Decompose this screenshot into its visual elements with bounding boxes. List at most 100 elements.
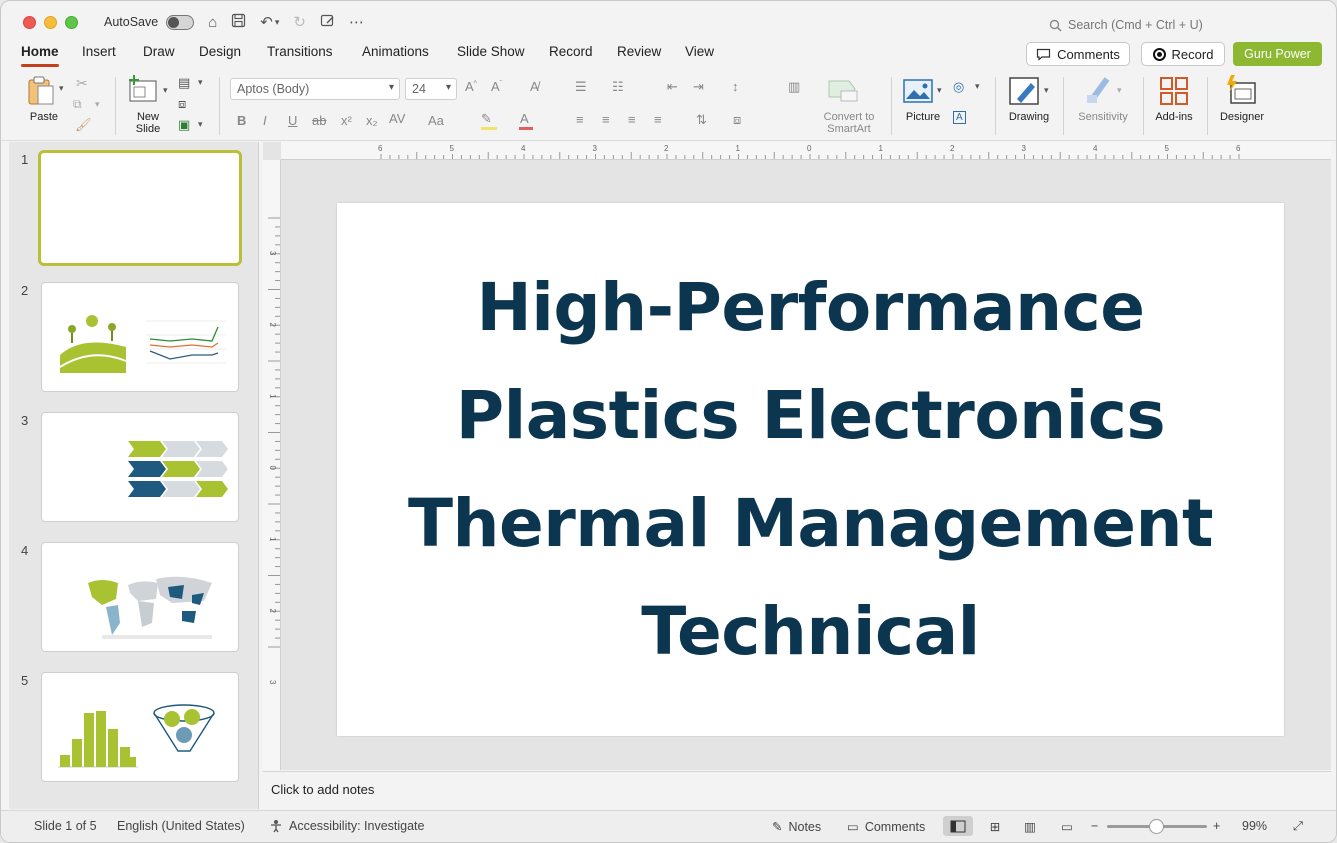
- comments-button[interactable]: Comments: [1026, 42, 1130, 66]
- tab-record[interactable]: Record: [549, 44, 593, 59]
- new-slide-icon[interactable]: [128, 75, 160, 105]
- slide-canvas[interactable]: High-Performance Plastics Electronics Th…: [337, 203, 1284, 736]
- slide-sorter-button[interactable]: ⊞: [980, 816, 1010, 836]
- subscript-icon[interactable]: x₂: [366, 113, 378, 128]
- numbering-icon[interactable]: ☷: [612, 79, 624, 95]
- highlight-icon[interactable]: ✎: [481, 111, 492, 127]
- align-right-icon[interactable]: ≡: [628, 112, 636, 127]
- zoom-in-button[interactable]: +: [1213, 819, 1220, 833]
- slide-thumbnail-4[interactable]: [41, 542, 239, 652]
- zoom-out-button[interactable]: −: [1091, 819, 1098, 833]
- font-color-icon[interactable]: A: [520, 111, 529, 126]
- tab-animations[interactable]: Animations: [362, 44, 429, 59]
- tab-review[interactable]: Review: [617, 44, 661, 59]
- reading-view-button[interactable]: ▥: [1015, 816, 1045, 836]
- copy-icon[interactable]: ⧉: [73, 97, 82, 112]
- normal-view-button[interactable]: [943, 816, 973, 836]
- copy-dropdown-icon[interactable]: ▾: [95, 99, 100, 110]
- tab-view[interactable]: View: [685, 44, 714, 59]
- tab-design[interactable]: Design: [199, 44, 241, 59]
- line-spacing-icon[interactable]: ↕: [732, 79, 739, 94]
- record-button[interactable]: Record: [1141, 42, 1225, 66]
- align-text-icon[interactable]: ⧈: [733, 112, 741, 128]
- autosave-toggle[interactable]: [166, 14, 195, 30]
- slide-show-button[interactable]: ▭: [1052, 816, 1082, 836]
- strikethrough-icon[interactable]: ab: [312, 113, 326, 128]
- format-painter-icon[interactable]: 🖌: [75, 117, 92, 133]
- zoom-level[interactable]: 99%: [1242, 819, 1267, 833]
- sensitivity-dropdown-icon[interactable]: ▾: [1117, 85, 1122, 96]
- slide-thumbnail-2[interactable]: [41, 282, 239, 392]
- sensitivity-icon[interactable]: [1085, 75, 1113, 105]
- align-center-icon[interactable]: ≡: [602, 112, 610, 127]
- tab-insert[interactable]: Insert: [82, 44, 116, 59]
- change-case-icon[interactable]: Aa: [428, 113, 444, 128]
- designer-icon[interactable]: [1225, 75, 1257, 105]
- tab-transitions[interactable]: Transitions: [267, 44, 333, 59]
- undo-dropdown-icon[interactable]: ▾: [275, 17, 280, 27]
- notes-pane[interactable]: Click to add notes: [263, 771, 1331, 809]
- add-ins-icon[interactable]: [1160, 77, 1188, 105]
- text-box-icon[interactable]: A: [953, 111, 966, 124]
- justify-icon[interactable]: ≡: [654, 112, 662, 127]
- drawing-icon[interactable]: [1009, 77, 1041, 107]
- layout-dropdown-icon[interactable]: ▾: [198, 77, 203, 88]
- increase-font-icon[interactable]: A^: [465, 79, 477, 94]
- slide-thumbnail-1[interactable]: [38, 150, 242, 266]
- character-spacing-icon[interactable]: AV: [389, 111, 405, 126]
- paste-dropdown-icon[interactable]: ▾: [59, 83, 64, 94]
- font-size-select[interactable]: 24 ▾: [405, 78, 457, 100]
- section-dropdown-icon[interactable]: ▾: [198, 119, 203, 130]
- layout-icon[interactable]: ▤: [178, 75, 190, 91]
- drawing-dropdown-icon[interactable]: ▾: [1044, 85, 1049, 96]
- vertical-ruler[interactable]: 3 2 1 0 1 2 3: [263, 160, 281, 770]
- more-options-icon[interactable]: ⋯: [349, 15, 364, 30]
- columns-icon[interactable]: ▥: [788, 79, 800, 95]
- accessibility-checker[interactable]: Accessibility: Investigate: [269, 819, 424, 833]
- customize-icon[interactable]: [320, 13, 335, 31]
- cut-icon[interactable]: ✂: [76, 75, 88, 92]
- minimize-window-button[interactable]: [44, 15, 57, 29]
- comments-toggle-button[interactable]: ▭ Comments: [847, 819, 925, 835]
- decrease-indent-icon[interactable]: ⇤: [667, 79, 678, 95]
- search-box[interactable]: Search (Cmd + Ctrl + U): [1049, 18, 1203, 32]
- slide-thumbnail-3[interactable]: [41, 412, 239, 522]
- shapes-icon[interactable]: ◎: [953, 79, 964, 95]
- section-icon[interactable]: ▣: [178, 117, 190, 133]
- bold-icon[interactable]: B: [237, 113, 246, 128]
- picture-dropdown-icon[interactable]: ▾: [937, 85, 942, 96]
- notes-toggle-button[interactable]: ✎ Notes: [772, 819, 821, 835]
- language-indicator[interactable]: English (United States): [117, 819, 245, 833]
- font-name-select[interactable]: Aptos (Body) ▾: [230, 78, 400, 100]
- increase-indent-icon[interactable]: ⇥: [693, 79, 704, 95]
- new-slide-dropdown-icon[interactable]: ▾: [163, 85, 168, 96]
- clear-formatting-icon[interactable]: A̸: [530, 79, 539, 94]
- guru-power-button[interactable]: Guru Power: [1233, 42, 1322, 66]
- slide-title[interactable]: High-Performance Plastics Electronics Th…: [408, 254, 1214, 686]
- tab-home[interactable]: Home: [21, 44, 59, 67]
- horizontal-ruler[interactable]: 6 5 4 3 2 1 0 1 2 3 4 5 6: [281, 142, 1331, 160]
- smartart-icon[interactable]: [827, 77, 859, 103]
- decrease-font-icon[interactable]: Aˇ: [491, 79, 502, 94]
- redo-icon[interactable]: ↻: [293, 15, 306, 30]
- tab-slide-show[interactable]: Slide Show: [457, 44, 525, 59]
- text-direction-icon[interactable]: ⇅: [696, 112, 707, 128]
- reset-icon[interactable]: ⧈: [178, 96, 186, 112]
- underline-icon[interactable]: U: [288, 113, 297, 128]
- fit-to-window-icon[interactable]: ⤢: [1293, 819, 1303, 834]
- zoom-window-button[interactable]: [65, 15, 78, 29]
- tab-draw[interactable]: Draw: [143, 44, 175, 59]
- align-left-icon[interactable]: ≡: [576, 112, 584, 127]
- slide-thumbnail-5[interactable]: [41, 672, 239, 782]
- save-icon[interactable]: [231, 13, 246, 31]
- bullets-icon[interactable]: ☰: [575, 79, 587, 95]
- picture-icon[interactable]: [903, 79, 933, 103]
- close-window-button[interactable]: [23, 15, 36, 29]
- shapes-dropdown-icon[interactable]: ▾: [975, 81, 980, 92]
- italic-icon[interactable]: I: [263, 113, 267, 128]
- home-icon[interactable]: ⌂: [208, 15, 217, 30]
- superscript-icon[interactable]: x²: [341, 113, 352, 128]
- paste-icon[interactable]: [27, 75, 57, 107]
- zoom-slider-knob[interactable]: [1149, 819, 1164, 834]
- undo-icon[interactable]: ↶: [260, 15, 273, 30]
